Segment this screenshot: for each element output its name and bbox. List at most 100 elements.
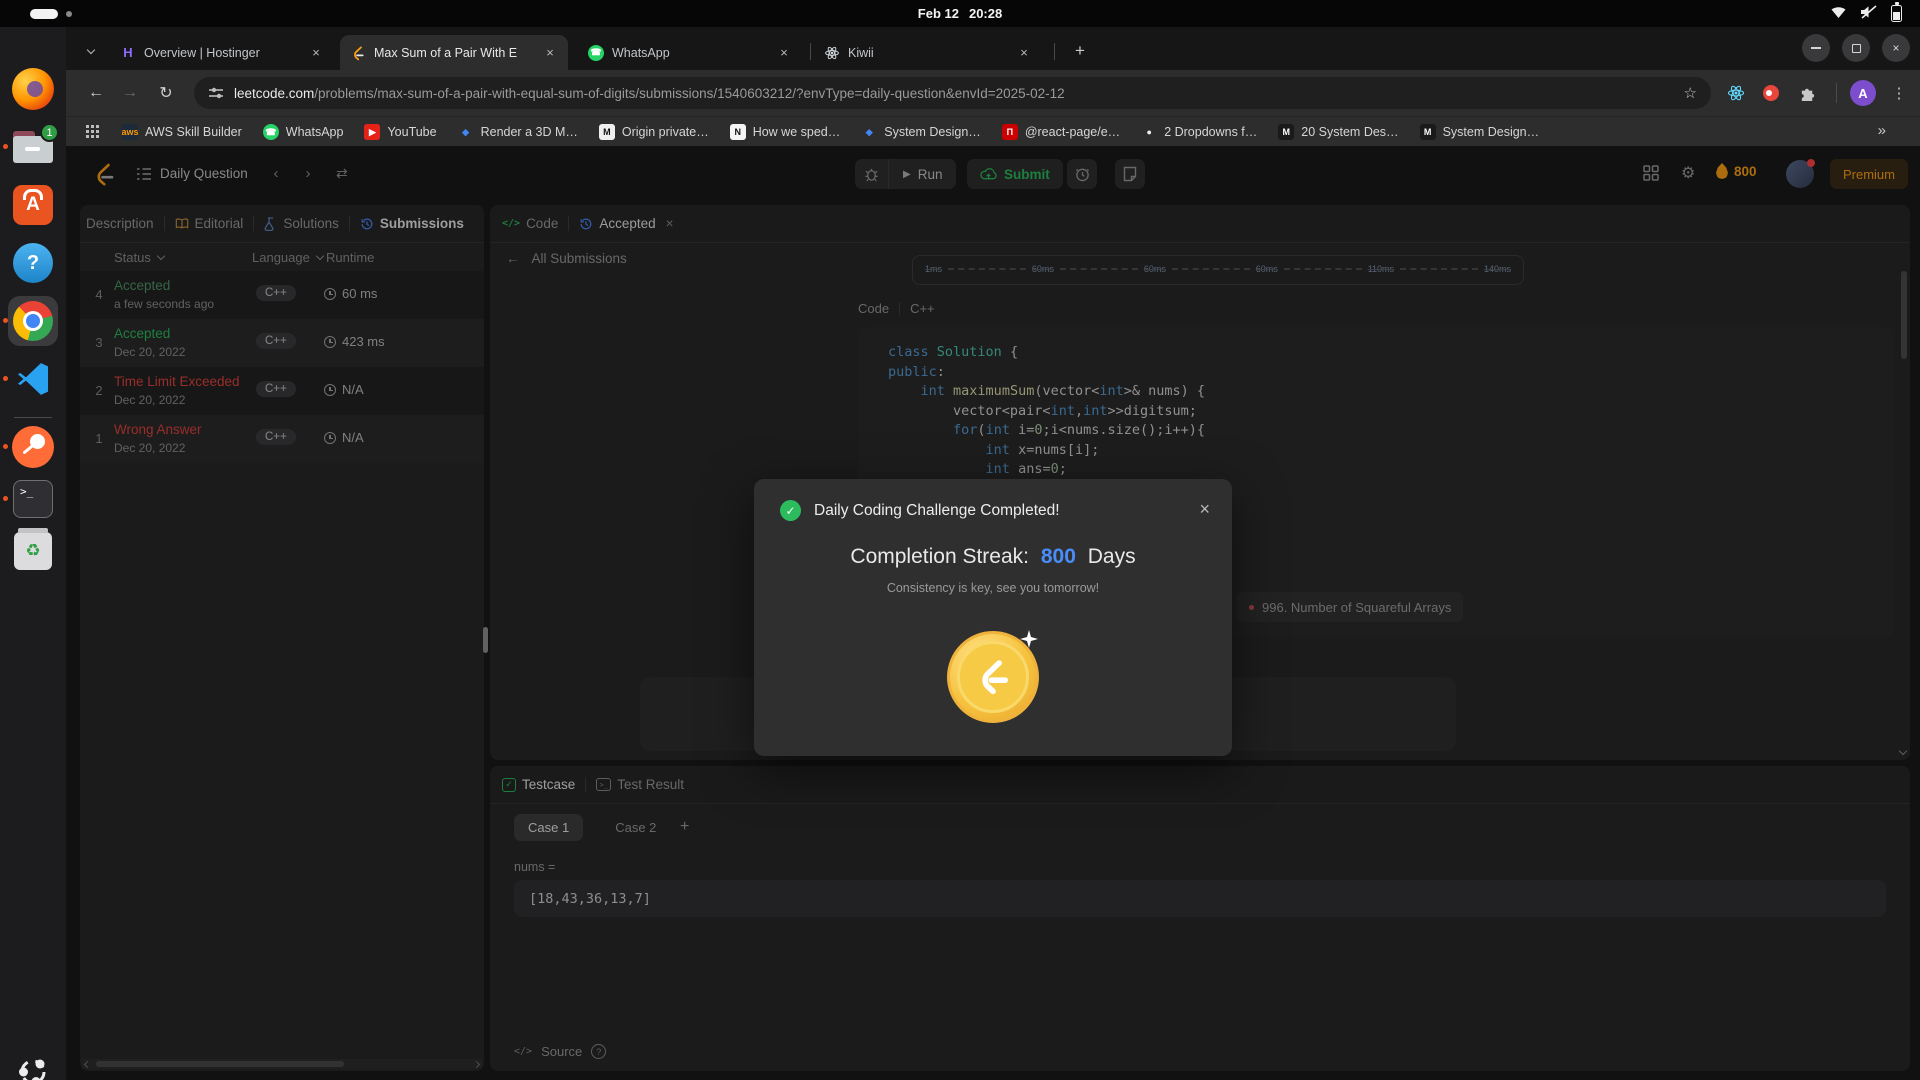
bookmark-star-icon[interactable]: ☆ bbox=[1684, 84, 1697, 102]
streak-label: Completion Streak: bbox=[850, 545, 1029, 568]
dock-item-vscode[interactable] bbox=[11, 357, 55, 401]
browser-window: H Overview | Hostinger × Max Sum of a Pa… bbox=[66, 27, 1920, 146]
bookmark-item[interactable]: Π @react-page/e… bbox=[1002, 124, 1120, 140]
tab-close-button[interactable]: × bbox=[776, 45, 792, 60]
bookmark-item[interactable]: aws AWS Skill Builder bbox=[122, 124, 242, 140]
bookmark-favicon: ◆ bbox=[458, 124, 474, 140]
bookmark-item[interactable]: N How we sped… bbox=[730, 124, 841, 140]
bookmark-favicon: ● bbox=[1141, 124, 1157, 140]
dock-item-help[interactable]: ? bbox=[11, 241, 55, 285]
bookmark-favicon: M bbox=[1278, 124, 1294, 140]
minimize-icon bbox=[1811, 47, 1821, 49]
tab-leetcode-active[interactable]: Max Sum of a Pair With E × bbox=[340, 35, 568, 70]
battery-icon bbox=[1891, 5, 1902, 22]
dock-item-postman[interactable] bbox=[11, 425, 55, 469]
system-top-bar: Feb 12 20:28 bbox=[0, 0, 1920, 27]
system-tray[interactable] bbox=[1830, 0, 1902, 27]
system-clock[interactable]: Feb 12 20:28 bbox=[0, 0, 1920, 27]
success-check-icon: ✓ bbox=[780, 500, 801, 521]
bookmark-favicon: ▶ bbox=[364, 124, 380, 140]
bookmark-label: YouTube bbox=[387, 125, 436, 139]
tab-overview-hostinger[interactable]: H Overview | Hostinger × bbox=[110, 35, 334, 70]
bookmark-favicon: ☎ bbox=[263, 124, 279, 140]
site-controls-icon bbox=[208, 86, 224, 100]
dock-item-firefox[interactable] bbox=[11, 67, 55, 111]
bookmarks-overflow-button[interactable]: » bbox=[1878, 122, 1886, 139]
browser-menu-button[interactable]: ⋮ bbox=[1888, 81, 1910, 105]
bookmark-label: How we sped… bbox=[753, 125, 841, 139]
leetcode-page: Daily Question ‹ › ⇄ ▶ Run Submit ⚙ bbox=[66, 146, 1920, 1080]
bookmark-label: Render a 3D M… bbox=[481, 125, 578, 139]
address-bar[interactable]: leetcode.com/problems/max-sum-of-a-pair-… bbox=[194, 77, 1711, 109]
minimize-button[interactable] bbox=[1802, 34, 1830, 62]
red-circle-icon bbox=[1763, 85, 1779, 101]
back-button[interactable]: ← bbox=[84, 81, 108, 105]
bookmark-favicon: M bbox=[599, 124, 615, 140]
tab-close-button[interactable]: × bbox=[1016, 45, 1032, 60]
vscode-icon bbox=[14, 360, 52, 398]
bookmark-label: WhatsApp bbox=[286, 125, 344, 139]
bookmark-item[interactable]: ● 2 Dropdowns f… bbox=[1141, 124, 1257, 140]
dock-item-files[interactable]: 1 bbox=[11, 125, 55, 169]
whatsapp-favicon: ☎ bbox=[588, 45, 604, 61]
new-tab-button[interactable]: + bbox=[1068, 39, 1092, 63]
bookmark-item[interactable]: ▶ YouTube bbox=[364, 124, 436, 140]
bookmark-item[interactable]: ◆ System Design… bbox=[861, 124, 981, 140]
maximize-icon bbox=[1852, 44, 1861, 53]
firefox-icon bbox=[12, 68, 54, 110]
bookmark-label: 2 Dropdowns f… bbox=[1164, 125, 1257, 139]
bookmarks-list: aws AWS Skill Builder ☎ WhatsApp ▶ YouTu… bbox=[122, 117, 1860, 147]
show-apps-icon bbox=[17, 1056, 49, 1080]
tab-close-button[interactable]: × bbox=[542, 45, 558, 60]
running-dot bbox=[3, 376, 8, 381]
tab-title: WhatsApp bbox=[612, 46, 768, 60]
tab-close-button[interactable]: × bbox=[308, 45, 324, 60]
bookmark-item[interactable]: ☎ WhatsApp bbox=[263, 124, 344, 140]
dock-item-chrome[interactable] bbox=[11, 299, 55, 343]
tab-title: Overview | Hostinger bbox=[144, 46, 300, 60]
reload-button[interactable]: ↻ bbox=[154, 81, 178, 105]
modal-close-button[interactable]: × bbox=[1199, 499, 1210, 520]
red-extension-icon[interactable] bbox=[1760, 82, 1782, 104]
maximize-button[interactable] bbox=[1842, 34, 1870, 62]
url-text[interactable]: leetcode.com/problems/max-sum-of-a-pair-… bbox=[234, 86, 1674, 101]
wifi-icon bbox=[1830, 5, 1847, 22]
tab-kiwii[interactable]: Kiwii × bbox=[814, 35, 1042, 70]
bookmark-item[interactable]: M 20 System Des… bbox=[1278, 124, 1398, 140]
dock-item-show-apps[interactable] bbox=[11, 1050, 55, 1080]
apps-grid-icon[interactable] bbox=[86, 125, 99, 141]
atom-favicon bbox=[824, 45, 840, 61]
tab-whatsapp[interactable]: ☎ WhatsApp × bbox=[578, 35, 802, 70]
hostinger-favicon: H bbox=[120, 45, 136, 61]
software-store-icon: A bbox=[13, 185, 53, 225]
dock-item-terminal[interactable]: >_ bbox=[11, 477, 55, 521]
react-devtools-extension-icon[interactable] bbox=[1725, 82, 1747, 104]
dock-item-software-store[interactable]: A bbox=[11, 183, 55, 227]
bookmark-favicon: aws bbox=[122, 124, 138, 140]
bookmark-label: AWS Skill Builder bbox=[145, 125, 242, 139]
tab-title: Kiwii bbox=[848, 46, 1008, 60]
dock-item-trash[interactable]: ♻ bbox=[11, 529, 55, 573]
close-window-button[interactable]: × bbox=[1882, 34, 1910, 62]
running-dot bbox=[3, 496, 8, 501]
coin-inner-ring bbox=[957, 641, 1029, 713]
recycle-icon: ♻ bbox=[25, 541, 40, 561]
clock-time: 20:28 bbox=[969, 6, 1002, 21]
streak-value: 800 bbox=[1041, 545, 1076, 568]
window-controls: × bbox=[1802, 34, 1910, 62]
bookmark-item[interactable]: M System Design… bbox=[1420, 124, 1540, 140]
dock: 1 A ? >_ ♻ bbox=[0, 27, 66, 1080]
browser-profile-avatar[interactable]: A bbox=[1850, 80, 1876, 106]
chrome-icon bbox=[13, 301, 53, 341]
bookmarks-bar: aws AWS Skill Builder ☎ WhatsApp ▶ YouTu… bbox=[66, 116, 1920, 146]
trash-icon: ♻ bbox=[14, 532, 52, 570]
bookmark-item[interactable]: ◆ Render a 3D M… bbox=[458, 124, 578, 140]
forward-button[interactable]: → bbox=[118, 81, 142, 105]
bookmark-favicon: Π bbox=[1002, 124, 1018, 140]
tab-search-button[interactable] bbox=[80, 39, 102, 61]
extensions-puzzle-icon[interactable] bbox=[1796, 82, 1818, 104]
chevron-down-icon bbox=[87, 46, 95, 54]
bookmark-label: @react-page/e… bbox=[1025, 125, 1120, 139]
bookmark-item[interactable]: M Origin private… bbox=[599, 124, 709, 140]
bookmark-label: System Design… bbox=[1443, 125, 1540, 139]
